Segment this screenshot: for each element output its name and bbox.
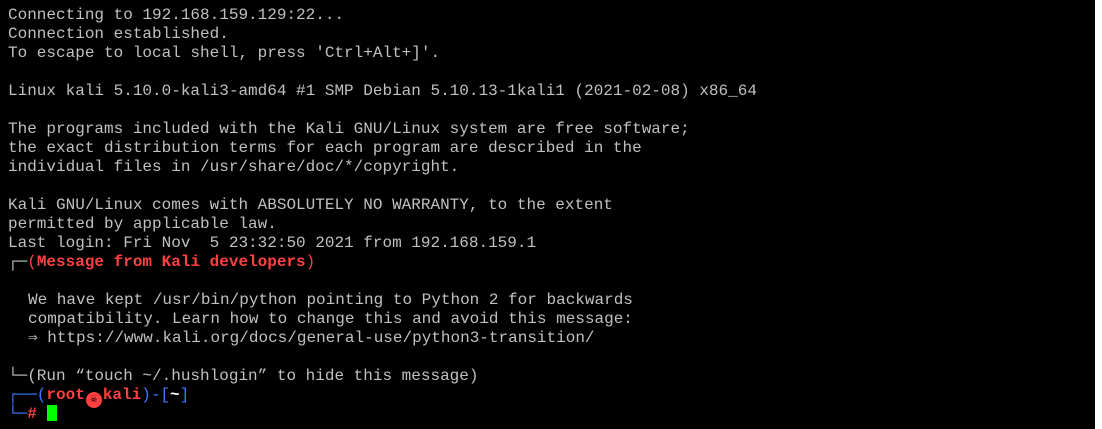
prompt-symbol: # xyxy=(27,405,37,423)
output-line-established: Connection established. xyxy=(8,25,229,43)
output-line-license-2: the exact distribution terms for each pr… xyxy=(8,139,642,157)
output-line-license-1: The programs included with the Kali GNU/… xyxy=(8,120,690,138)
prompt-frame-top: ┌──( xyxy=(8,386,47,404)
output-line-last-login: Last login: Fri Nov 5 23:32:50 2021 from… xyxy=(8,234,537,252)
motd-footer-text: (Run “touch ~/.hushlogin” to hide this m… xyxy=(27,367,479,385)
prompt-line-top: ┌──(root ☠ kali)-[~] xyxy=(8,386,1095,408)
prompt-host: kali xyxy=(102,386,142,404)
output-line-warranty-2: permitted by applicable law. xyxy=(8,215,277,233)
motd-header-open: ( xyxy=(27,253,37,271)
prompt-frame-end: ] xyxy=(179,386,190,404)
prompt-frame-bottom: └─ xyxy=(8,405,28,423)
output-line-license-3: individual files in /usr/share/doc/*/cop… xyxy=(8,158,460,176)
motd-footer: └─(Run “touch ~/.hushlogin” to hide this… xyxy=(8,367,1095,386)
prompt-frame-mid: )-[ xyxy=(141,386,171,404)
prompt-line-input[interactable]: └─# xyxy=(8,405,1095,424)
motd-body-3: ⇒ https://www.kali.org/docs/general-use/… xyxy=(28,329,595,347)
output-line-connecting: Connecting to 192.168.159.129:22... xyxy=(8,6,345,24)
output-line-escape-hint: To escape to local shell, press 'Ctrl+Al… xyxy=(8,44,441,62)
motd-body-2: compatibility. Learn how to change this … xyxy=(28,310,633,328)
output-line-uname: Linux kali 5.10.0-kali3-amd64 #1 SMP Deb… xyxy=(8,82,757,100)
motd-frame-top: ┌─ xyxy=(8,253,28,271)
prompt-user: root xyxy=(46,386,85,404)
terminal-window[interactable]: Connecting to 192.168.159.129:22... Conn… xyxy=(0,0,1095,429)
motd-header-close: ) xyxy=(305,253,316,271)
prompt-cwd: ~ xyxy=(170,386,180,404)
terminal-cursor[interactable] xyxy=(46,405,57,421)
motd-header-text: Message from Kali developers xyxy=(36,253,306,271)
skull-icon: ☠ xyxy=(85,392,102,408)
output-line-warranty-1: Kali GNU/Linux comes with ABSOLUTELY NO … xyxy=(8,196,613,214)
motd-frame-bottom: └─ xyxy=(8,367,28,385)
motd-body-1: We have kept /usr/bin/python pointing to… xyxy=(28,291,633,309)
motd-header: ┌─(Message from Kali developers) xyxy=(8,253,1095,272)
